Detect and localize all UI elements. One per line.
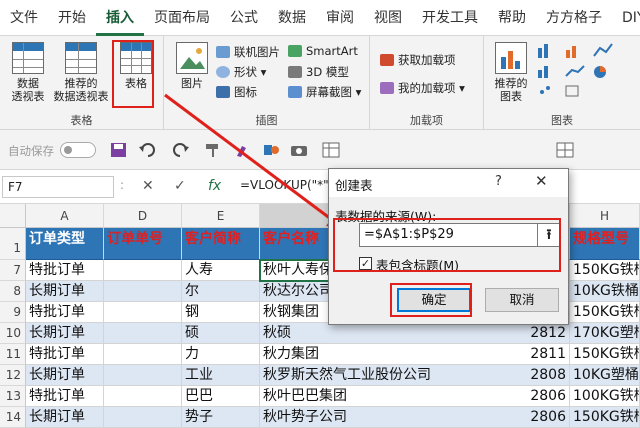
dialog-titlebar: 创建表 ? ✕	[329, 169, 568, 197]
ok-highlight	[390, 283, 472, 317]
cancel-button[interactable]: 取消	[485, 288, 559, 312]
close-icon[interactable]: ✕	[535, 172, 548, 190]
help-icon[interactable]: ?	[495, 174, 502, 189]
dialog-title: 创建表	[335, 178, 373, 193]
arrow-to-dialog	[164, 93, 336, 224]
source-highlight	[333, 218, 561, 272]
